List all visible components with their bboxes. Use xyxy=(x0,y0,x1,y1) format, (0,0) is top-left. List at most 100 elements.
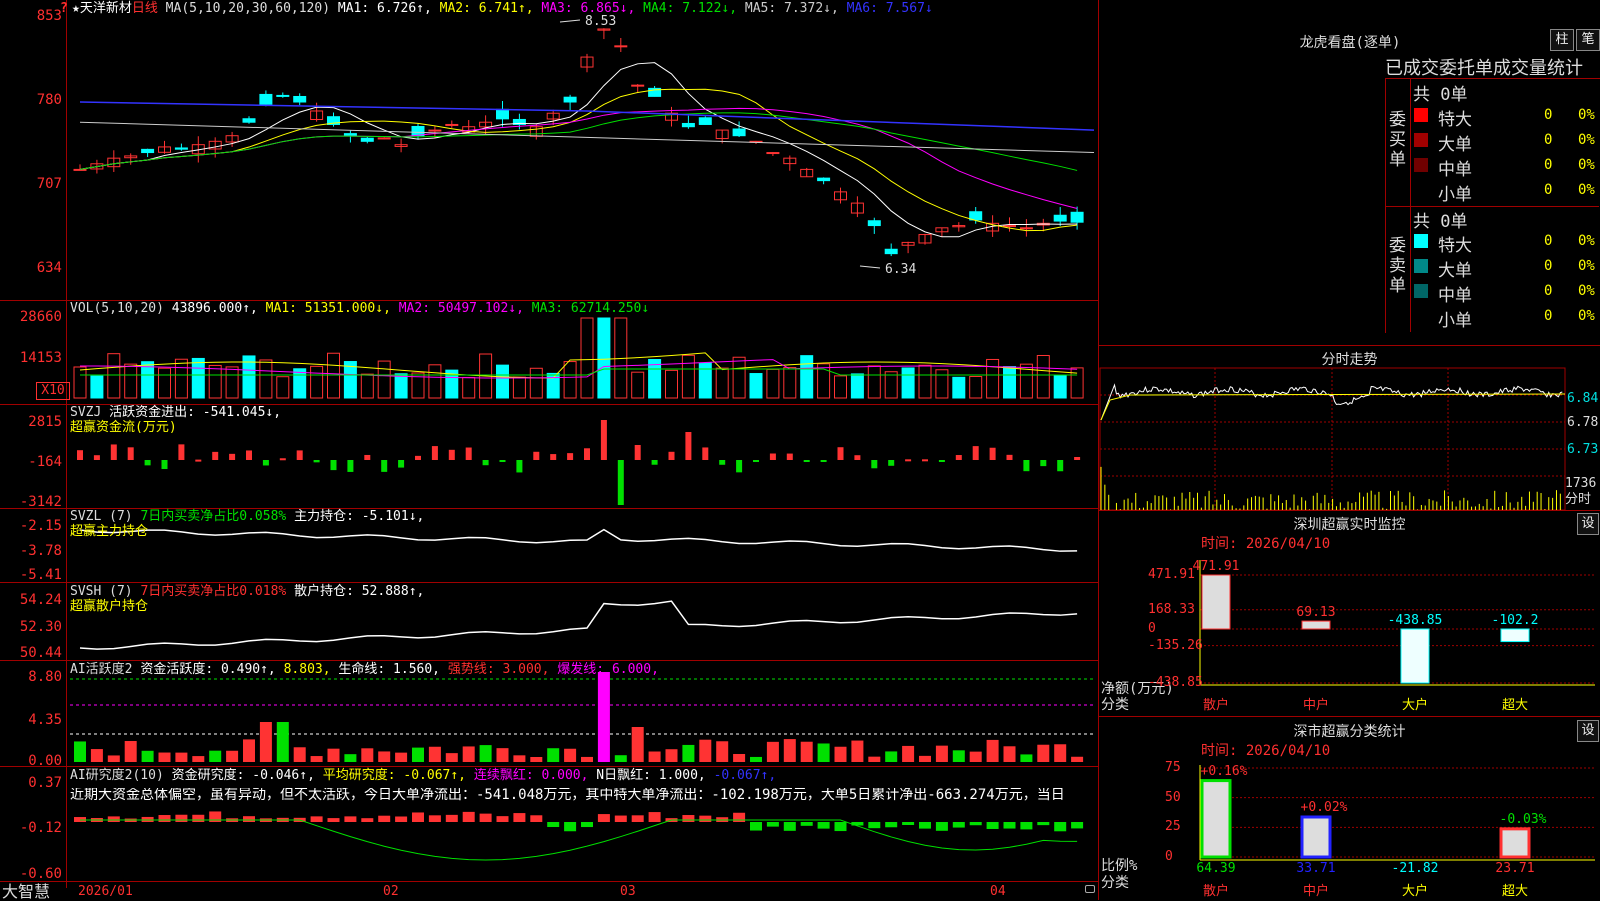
monitor-category: 中户 xyxy=(1302,698,1330,713)
ai-active-bar xyxy=(428,746,441,762)
candle-body xyxy=(73,168,87,171)
buy-row-count: 0 xyxy=(1544,132,1553,148)
ai-research-bar xyxy=(750,822,762,831)
svzj-bar xyxy=(110,444,117,460)
ai-active-tick-2: 4.35 xyxy=(28,712,62,728)
monitor-category: 散户 xyxy=(1202,698,1230,713)
volume-bar xyxy=(1003,366,1016,399)
ma5-value: MA5: 7.372↓, xyxy=(744,1,839,16)
sell-row-label: 小单 xyxy=(1438,311,1472,331)
ai-active-bar xyxy=(648,751,661,762)
ai-active-bar xyxy=(682,744,695,762)
volume-bar xyxy=(834,375,847,399)
ai-research-bar xyxy=(310,816,323,822)
ai-research-label5: -0.067↑, xyxy=(713,768,777,783)
ai-active-bar xyxy=(141,750,154,762)
svzj-def: SVZJ xyxy=(70,405,102,420)
lock-icon[interactable] xyxy=(1085,885,1095,893)
volume-bar xyxy=(73,366,87,399)
bar-view-button[interactable]: 柱 xyxy=(1550,29,1574,51)
svzj-bar xyxy=(1074,456,1081,460)
intraday-avg-line xyxy=(1100,393,1566,421)
svzj-bar xyxy=(567,453,574,460)
svzj-bar xyxy=(753,460,759,462)
ai-active-bar xyxy=(1037,744,1050,762)
ai-research-bar xyxy=(581,822,593,828)
svzj-bar xyxy=(584,448,590,460)
svzj-bar xyxy=(786,453,793,460)
category-y-tick: 75 xyxy=(1165,760,1181,775)
stats-title: 已成交委托单成交量统计 xyxy=(1385,58,1583,79)
volume-bar xyxy=(732,356,746,399)
monitor-time: 时间: 2026/04/10 xyxy=(1201,536,1331,552)
category-category: 中户 xyxy=(1302,884,1330,899)
svzj-bar xyxy=(871,460,878,469)
svzj-bar xyxy=(989,447,996,460)
intraday-price-line xyxy=(1100,383,1563,421)
volume-bar xyxy=(360,373,374,399)
category-y-tick: 0 xyxy=(1165,849,1173,864)
ai-research-bar xyxy=(800,822,813,826)
sell-row-count: 0 xyxy=(1544,308,1553,324)
stock-chart-canvas[interactable] xyxy=(0,0,1600,900)
volume-bar xyxy=(191,357,205,399)
volume-bar xyxy=(969,375,983,399)
svzl-def: SVZL (7) xyxy=(70,509,133,524)
ai-active-bar xyxy=(530,756,543,762)
volume-bar xyxy=(377,360,391,399)
monitor-bar-label: 69.13 xyxy=(1296,605,1336,621)
sell-row-pct: 0% xyxy=(1578,308,1595,324)
svzj-bar xyxy=(702,447,709,460)
monitor-settings-button[interactable]: 设 xyxy=(1577,513,1599,535)
stock-name[interactable]: ★天洋新材 xyxy=(72,1,132,16)
sell-row-pct: 0% xyxy=(1578,258,1595,274)
low-marker xyxy=(859,265,881,269)
ai-research-bar xyxy=(952,822,965,828)
ai-research-bar xyxy=(175,814,188,822)
monitor-bar xyxy=(1400,628,1430,684)
buy-color-swatch xyxy=(1414,183,1428,197)
candle-body xyxy=(817,177,831,182)
ai-active-label1: 资金活跃度: 0.490↑, xyxy=(140,662,276,677)
period-label[interactable]: 日线 xyxy=(132,1,158,16)
candle-body xyxy=(698,117,712,125)
volume-bar xyxy=(174,358,188,399)
tick-view-button[interactable]: 笔 xyxy=(1576,29,1600,51)
svzj-bar xyxy=(888,460,895,466)
svsh-header: SVSH (7) 7日内买卖净占比0.018% 散户持仓: 52.888↑, xyxy=(70,585,424,599)
svzj-bar xyxy=(279,458,286,461)
ai-active-bar xyxy=(631,727,644,762)
vol-ma3-line xyxy=(80,368,1078,376)
ai-research-bar xyxy=(682,815,695,822)
category-settings-button[interactable]: 设 xyxy=(1577,720,1599,742)
volume-bar xyxy=(850,373,864,399)
volume-bar xyxy=(715,367,729,399)
ai-research-bar xyxy=(513,813,526,822)
ai-active-bar xyxy=(107,755,120,762)
category-bar xyxy=(1200,779,1232,859)
brand-label: 大智慧 xyxy=(2,882,51,901)
category-bottom-label: 23.71 xyxy=(1495,861,1535,876)
ai-research-bar xyxy=(547,822,560,828)
stats-inner-vline xyxy=(1410,78,1411,332)
category-y-tick: 50 xyxy=(1165,789,1181,805)
monitor-category: 超大 xyxy=(1501,698,1529,713)
intraday-price-1: 6.84 xyxy=(1567,391,1599,406)
ai-research-bar xyxy=(631,815,644,822)
volume-bar xyxy=(512,376,526,399)
ai-research-bar xyxy=(412,812,424,822)
svzj-bar xyxy=(381,460,388,472)
volume-bar xyxy=(1053,374,1067,399)
ai-active-tick-3: 0.00 xyxy=(28,753,62,769)
buy-color-swatch xyxy=(1414,158,1428,172)
candle-body xyxy=(276,94,290,97)
ai-active-bar xyxy=(969,751,982,762)
svzj-bar xyxy=(719,460,726,465)
svzl-subtitle: 超赢主力持仓 xyxy=(70,524,149,539)
svzj-bar xyxy=(465,447,472,460)
ai-research-bar xyxy=(327,818,340,822)
candle-body xyxy=(445,123,459,126)
ma6-value: MA6: 7.567↓ xyxy=(846,1,933,16)
category-top-border xyxy=(1099,716,1600,717)
volume-bar xyxy=(867,365,881,399)
